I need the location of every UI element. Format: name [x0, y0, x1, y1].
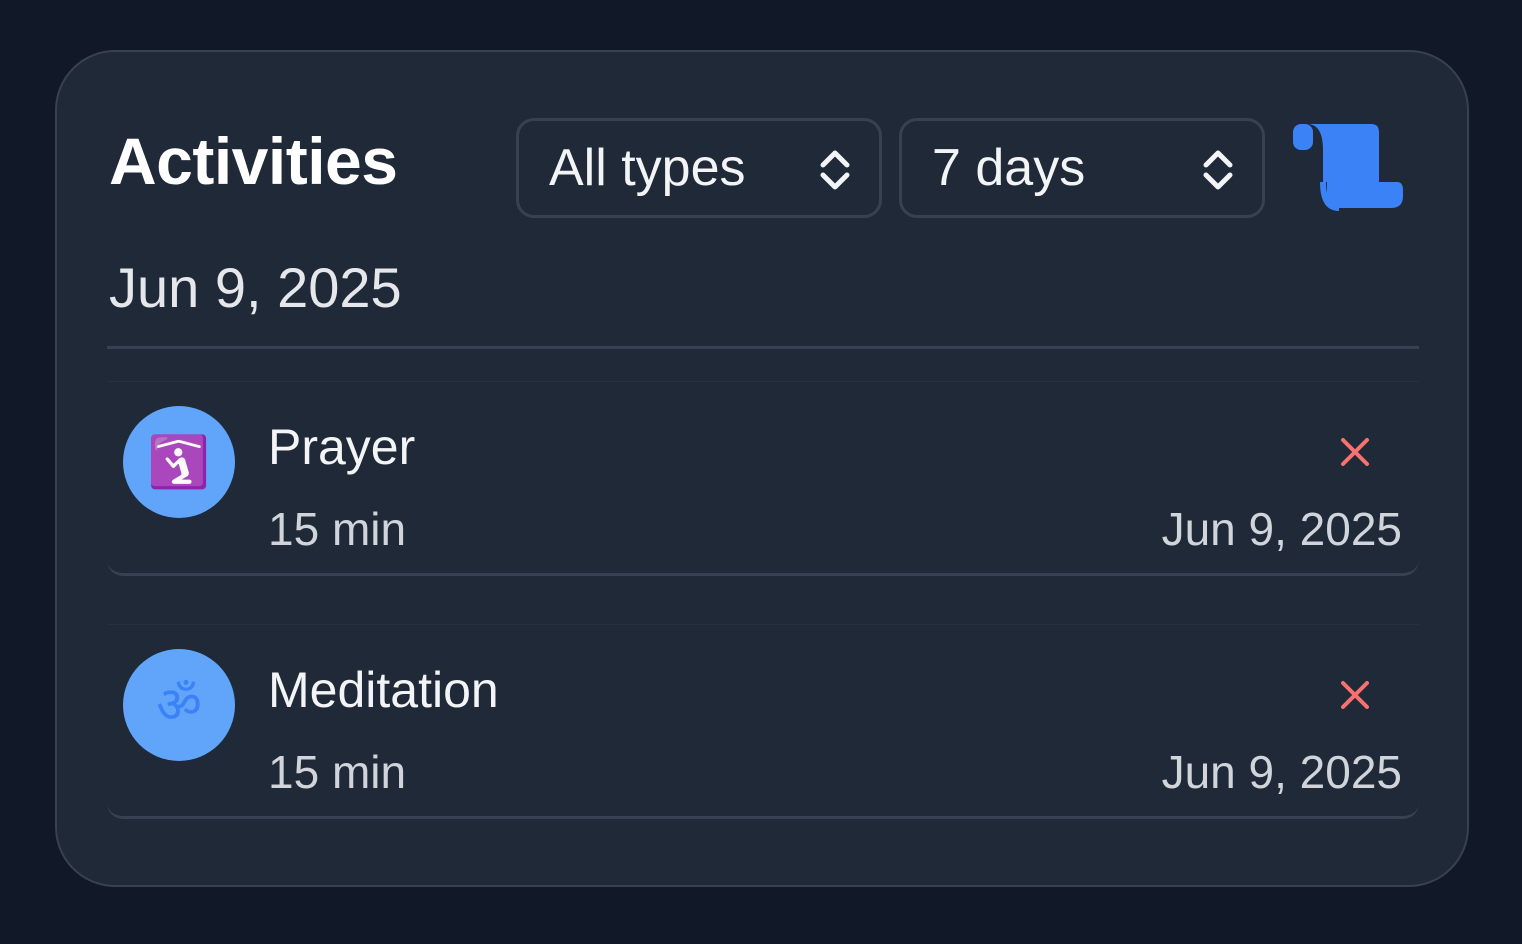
activity-name: Meditation [268, 662, 499, 718]
chevron-up-down-icon [820, 150, 850, 190]
list-item[interactable]: ॐ Meditation 15 min Jun 9, 2025 [107, 625, 1419, 819]
activity-date: Jun 9, 2025 [1161, 746, 1402, 798]
close-icon[interactable] [1337, 677, 1373, 713]
list-item[interactable]: 🛐 Prayer 15 min Jun 9, 2025 [107, 382, 1419, 576]
activity-name: Prayer [268, 419, 416, 475]
range-filter-value: 7 days [932, 139, 1086, 197]
activity-duration: 15 min [268, 746, 407, 798]
om-icon: ॐ [156, 677, 202, 733]
activity-date: Jun 9, 2025 [1161, 503, 1402, 555]
type-filter-select[interactable]: All types [516, 118, 882, 218]
chevron-up-down-icon [1203, 150, 1233, 190]
type-filter-value: All types [549, 139, 746, 197]
activity-avatar: 🛐 [123, 406, 235, 518]
group-date-heading: Jun 9, 2025 [109, 256, 402, 319]
scroll-icon[interactable] [1293, 122, 1405, 212]
activity-duration: 15 min [268, 503, 407, 555]
close-icon[interactable] [1337, 434, 1373, 470]
prayer-icon: 🛐 [147, 434, 211, 490]
activity-avatar: ॐ [123, 649, 235, 761]
range-filter-select[interactable]: 7 days [899, 118, 1265, 218]
card-title: Activities [109, 124, 398, 198]
divider [107, 346, 1419, 349]
activities-card: Activities All types 7 days Jun 9, 2025 … [55, 50, 1469, 887]
